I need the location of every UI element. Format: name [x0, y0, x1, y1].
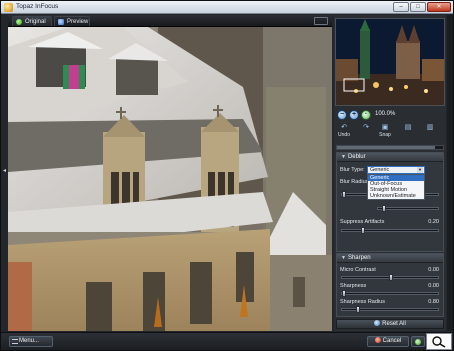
chevron-down-icon: ▼ — [417, 167, 423, 173]
micro-contrast-value: 0.00 — [428, 267, 439, 273]
tab-original-label: Original — [25, 19, 46, 25]
topaz-brand-icon — [314, 17, 328, 25]
blur-type-dropdown: Generic Out-of-Focus Straight Motion Unk… — [367, 174, 425, 200]
magnifier-icon[interactable] — [426, 333, 452, 350]
deblur-title: Deblur — [347, 154, 366, 160]
micro-contrast-slider[interactable] — [341, 274, 439, 281]
close-button[interactable]: ✕ — [427, 2, 451, 12]
suppress-artifacts-label: Suppress Artifacts — [340, 219, 385, 225]
micro-contrast-knob[interactable] — [389, 274, 393, 281]
sharpness-radius-knob[interactable] — [356, 306, 360, 313]
zoom-controls: − + · 100.0% — [335, 109, 445, 121]
suppress-artifacts-value: 0.20 — [428, 219, 439, 225]
reset-icon — [374, 320, 381, 326]
snap-icon: ▣ — [381, 124, 389, 131]
snap-label: Snap — [379, 132, 391, 138]
sharpness-label: Sharpness — [340, 283, 367, 289]
settings-panel: − + · 100.0% ↶ Undo ↷ ▣ Snap ▤ ▥ ▼ Deblu… — [334, 15, 446, 331]
compare-icon: ▤ — [404, 124, 412, 131]
info-icon: ▥ — [426, 124, 434, 131]
sharpness-slider[interactable] — [341, 290, 439, 297]
zoom-in-icon[interactable]: + — [349, 110, 359, 120]
blur-radius-label: Blur Radius — [340, 179, 369, 185]
sharpness-knob[interactable] — [342, 290, 346, 297]
motion-angle-slider[interactable] — [377, 205, 439, 212]
snap-button[interactable]: ▣ Snap — [376, 123, 394, 140]
blur-type-value: Generic — [370, 167, 390, 173]
undo-button[interactable]: ↶ Undo — [335, 123, 353, 140]
deblur-header[interactable]: ▼ Deblur — [337, 153, 443, 162]
sharpness-radius-label: Sharpness Radius — [340, 299, 385, 305]
suppress-artifacts-slider[interactable] — [341, 227, 439, 234]
app-window: Topaz InFocus – □ ✕ ◂ ▸ Original Preview — [0, 0, 454, 351]
sharpen-section: ▼ Sharpen Micro Contrast 0.00 Sharpness 0… — [336, 253, 444, 317]
collapse-left-arrow-icon[interactable]: ◂ — [2, 166, 7, 176]
sharpen-title: Sharpen — [347, 255, 371, 261]
cancel-button[interactable]: Cancel — [367, 336, 409, 347]
navigator-thumbnail[interactable] — [335, 18, 445, 106]
maximize-button[interactable]: □ — [410, 2, 426, 12]
sharpness-value: 0.00 — [428, 283, 439, 289]
right-edge-bar — [447, 15, 453, 331]
preview-panel: Original Preview — [8, 15, 332, 331]
menu-button[interactable]: Menu... — [9, 336, 53, 347]
undo-label: Undo — [338, 132, 350, 138]
cancel-label: Cancel — [382, 338, 402, 344]
cancel-icon — [374, 337, 381, 343]
ok-button[interactable] — [411, 336, 425, 347]
zoom-fit-icon[interactable]: · — [361, 110, 371, 120]
motion-angle-knob[interactable] — [382, 205, 386, 212]
preview-image[interactable] — [8, 27, 332, 331]
tab-original[interactable]: Original — [12, 16, 52, 26]
panel-scrollbar-thumb[interactable] — [337, 146, 435, 149]
blur-radius-knob[interactable] — [342, 191, 346, 198]
sharpen-header[interactable]: ▼ Sharpen — [337, 254, 443, 263]
checkmark-icon — [415, 339, 421, 345]
app-logo-icon — [4, 3, 13, 12]
undo-icon: ↶ — [341, 124, 347, 131]
info-button[interactable]: ▥ — [421, 123, 439, 140]
title-bar: Topaz InFocus – □ ✕ — [1, 1, 453, 14]
sharpness-radius-slider[interactable] — [341, 306, 439, 313]
panel-scrollbar[interactable] — [336, 145, 444, 150]
tab-preview[interactable]: Preview — [54, 16, 90, 26]
blur-type-label: Blur Type: — [340, 167, 365, 173]
redo-button[interactable]: ↷ — [357, 123, 375, 140]
menu-label: Menu... — [19, 338, 40, 344]
collapse-triangle-icon: ▼ — [341, 154, 346, 160]
preview-tabs: Original Preview — [8, 15, 332, 27]
deblur-section: ▼ Deblur Blur Type: Generic ▼ Generic Out… — [336, 152, 444, 252]
blue-square-icon — [58, 19, 64, 25]
zoom-level: 100.0% — [375, 111, 396, 117]
menu-icon — [12, 339, 18, 344]
toolbar: ↶ Undo ↷ ▣ Snap ▤ ▥ — [335, 123, 445, 141]
compare-button[interactable]: ▤ — [399, 123, 417, 140]
window-title: Topaz InFocus — [16, 3, 59, 10]
minimize-button[interactable]: – — [393, 2, 409, 12]
green-dot-icon — [16, 19, 22, 25]
micro-contrast-label: Micro Contrast — [340, 267, 376, 273]
bottom-bar: Menu... Cancel — [1, 332, 453, 350]
reset-all-button[interactable]: Reset All — [336, 319, 444, 329]
collapse-triangle-icon: ▼ — [341, 255, 346, 261]
redo-icon: ↷ — [363, 124, 369, 131]
blur-type-option[interactable]: Unknown/Estimate — [368, 193, 424, 199]
zoom-out-icon[interactable]: − — [337, 110, 347, 120]
sharpness-radius-value: 0.80 — [428, 299, 439, 305]
reset-all-label: Reset All — [382, 321, 406, 327]
suppress-artifacts-knob[interactable] — [361, 227, 365, 234]
blur-type-select[interactable]: Generic ▼ — [367, 166, 425, 174]
tab-preview-label: Preview — [67, 19, 89, 25]
